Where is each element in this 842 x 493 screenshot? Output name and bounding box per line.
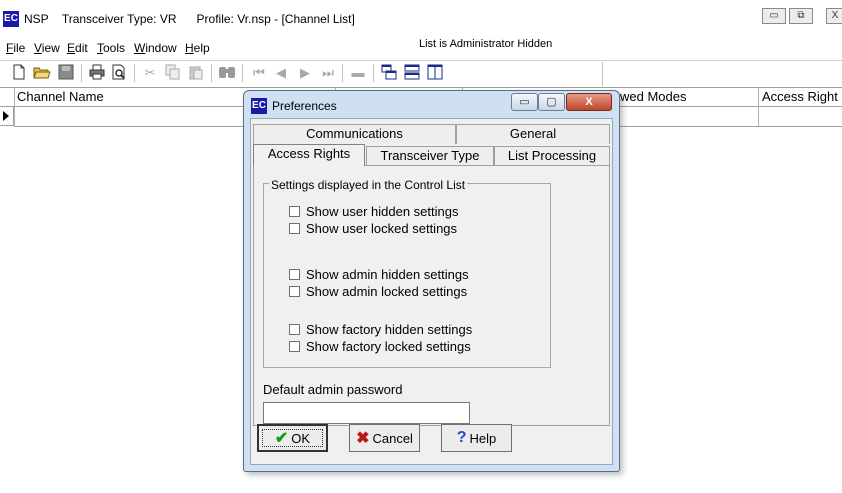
menu-tools[interactable]: Tools [97, 41, 125, 55]
checkmark-icon: ✔ [274, 430, 289, 447]
restore-window-button[interactable]: ⧉ [789, 8, 813, 24]
default-admin-password-field[interactable] [263, 402, 470, 424]
help-button-label: Help [469, 430, 497, 446]
admin-hidden-label[interactable]: Show admin hidden settings [306, 267, 469, 282]
menu-file[interactable]: File [6, 41, 25, 55]
last-record-icon[interactable]: ⏭ [319, 64, 337, 82]
window-title: NSP Transceiver Type: VR Profile: Vr.nsp… [24, 12, 355, 26]
admin-locked-checkbox[interactable] [289, 286, 300, 297]
user-locked-checkbox[interactable] [289, 223, 300, 234]
next-record-icon[interactable]: ▶ [296, 64, 314, 82]
transceiver-type-label: Transceiver Type: VR [61, 12, 177, 26]
admin-hidden-checkbox[interactable] [289, 269, 300, 280]
ok-button[interactable]: ✔ OK [257, 424, 328, 452]
cascade-icon[interactable] [380, 64, 398, 82]
user-hidden-label[interactable]: Show user hidden settings [306, 204, 458, 219]
cut-icon[interactable]: ✂ [141, 64, 159, 82]
profile-label: Profile: Vr.nsp - [Channel List] [196, 12, 355, 26]
cancel-button-label: Cancel [372, 430, 413, 446]
dialog-title: Preferences [272, 99, 337, 113]
menu-view[interactable]: View [34, 41, 60, 55]
dialog-app-icon: EC [251, 98, 267, 114]
tab-transceiver-type[interactable]: Transceiver Type [366, 146, 494, 166]
x-mark-icon: ✖ [356, 430, 370, 447]
print-icon[interactable] [88, 64, 106, 82]
admin-locked-label[interactable]: Show admin locked settings [306, 284, 467, 299]
column-header-channel-name[interactable]: Channel Name [17, 88, 104, 106]
delete-record-icon[interactable]: ▬ [349, 64, 367, 82]
menu-window[interactable]: Window [134, 41, 177, 55]
group-title: Settings displayed in the Control List [269, 178, 468, 192]
minimize-window-button[interactable]: ▭ [762, 8, 786, 24]
factory-locked-checkbox[interactable] [289, 341, 300, 352]
dialog-minimize-button[interactable]: ▭ [511, 93, 538, 111]
column-header-allowed-modes[interactable]: wed Modes [620, 88, 686, 106]
factory-locked-label[interactable]: Show factory locked settings [306, 339, 471, 354]
factory-hidden-checkbox[interactable] [289, 324, 300, 335]
copy-icon[interactable] [164, 64, 182, 82]
user-hidden-checkbox[interactable] [289, 206, 300, 217]
current-row-arrow-icon [3, 111, 9, 121]
help-button[interactable]: ? Help [441, 424, 512, 452]
new-file-icon[interactable] [10, 64, 28, 82]
dialog-close-button[interactable]: X [566, 93, 612, 111]
print-preview-icon[interactable] [110, 64, 128, 82]
app-name: NSP [24, 12, 49, 26]
tile-horizontal-icon[interactable] [403, 64, 421, 82]
tab-communications[interactable]: Communications [253, 124, 456, 144]
ok-button-label: OK [291, 430, 311, 446]
binoculars-icon[interactable] [218, 64, 236, 82]
tile-vertical-icon[interactable] [426, 64, 444, 82]
column-header-access-rights[interactable]: Access Right [762, 88, 838, 106]
user-locked-label[interactable]: Show user locked settings [306, 221, 457, 236]
open-folder-icon[interactable] [33, 64, 51, 82]
save-icon[interactable] [57, 64, 75, 82]
cancel-button[interactable]: ✖ Cancel [349, 424, 420, 452]
previous-record-icon[interactable]: ◀ [272, 64, 290, 82]
tab-list-processing[interactable]: List Processing [494, 146, 610, 166]
list-visibility-status: List is Administrator Hidden [419, 38, 553, 50]
app-logo-icon: EC [3, 11, 19, 27]
close-window-button[interactable]: X [826, 8, 842, 24]
first-record-icon[interactable]: ⏮ [250, 64, 268, 82]
factory-hidden-label[interactable]: Show factory hidden settings [306, 322, 472, 337]
paste-icon[interactable] [187, 64, 205, 82]
default-admin-password-label: Default admin password [263, 382, 403, 397]
dialog-maximize-button[interactable]: ▢ [538, 93, 565, 111]
question-mark-icon: ? [456, 429, 467, 446]
menu-edit[interactable]: Edit [67, 41, 88, 55]
menu-help[interactable]: Help [185, 41, 210, 55]
tab-access-rights[interactable]: Access Rights [253, 144, 365, 166]
tab-general[interactable]: General [456, 124, 610, 144]
